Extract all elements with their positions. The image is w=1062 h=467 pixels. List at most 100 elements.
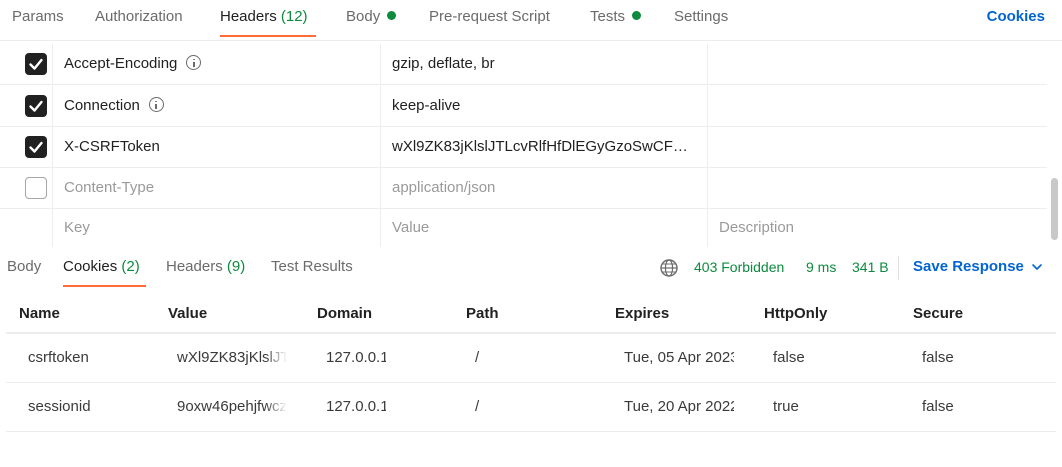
tab-params-label: Params bbox=[12, 8, 64, 25]
column-header-name: Name bbox=[19, 305, 60, 322]
response-tab-test-results-label: Test Results bbox=[271, 258, 353, 275]
response-tab-headers-label: Headers bbox=[166, 258, 223, 275]
response-tab-cookies-count: (2) bbox=[121, 258, 140, 275]
tab-params[interactable]: Params bbox=[12, 0, 64, 38]
header-key: X-CSRFToken bbox=[64, 138, 160, 155]
cookie-httponly: true bbox=[773, 398, 799, 415]
header-value: keep-alive bbox=[392, 97, 461, 114]
tab-prerequest-label: Pre-request Script bbox=[429, 8, 550, 25]
response-tab-body[interactable]: Body bbox=[7, 246, 41, 288]
header-row: Content-Type application/json bbox=[0, 168, 1047, 209]
header-enabled-checkbox[interactable] bbox=[25, 53, 47, 75]
header-key-input[interactable]: Key bbox=[53, 209, 381, 247]
cookie-domain: 127.0.0.1 bbox=[326, 398, 386, 415]
tab-tests-label: Tests bbox=[590, 8, 626, 25]
tab-body-label: Body bbox=[346, 8, 381, 25]
response-status[interactable]: 403 Forbidden bbox=[694, 246, 784, 288]
column-header-value: Value bbox=[168, 305, 208, 322]
header-description-cell[interactable] bbox=[708, 44, 1047, 84]
response-tabs: Body Cookies (2) Headers (9) Test Result… bbox=[0, 246, 1062, 290]
header-description-input[interactable]: Description bbox=[708, 209, 1047, 247]
tab-prerequest-script[interactable]: Pre-request Script bbox=[429, 0, 550, 38]
response-size[interactable]: 341 B bbox=[852, 246, 889, 288]
cookie-domain: 127.0.0.1 bbox=[326, 349, 386, 366]
header-key-cell[interactable]: Content-Type bbox=[53, 168, 381, 208]
cookies-link[interactable]: Cookies bbox=[987, 0, 1045, 34]
headers-scrollbar[interactable] bbox=[1051, 178, 1058, 240]
header-value: gzip, deflate, br bbox=[392, 55, 495, 72]
header-key: Connection bbox=[64, 97, 140, 114]
header-row-checkbox-cell bbox=[0, 168, 53, 208]
header-row-checkbox-cell bbox=[0, 44, 53, 84]
cookie-path: / bbox=[475, 398, 480, 415]
header-value-input[interactable]: Value bbox=[381, 209, 708, 247]
value-placeholder: Value bbox=[392, 219, 430, 236]
tab-headers-count: (12) bbox=[280, 8, 308, 25]
tab-headers-label: Headers bbox=[220, 8, 277, 25]
header-enabled-checkbox[interactable] bbox=[25, 136, 47, 158]
chevron-down-icon[interactable] bbox=[1031, 261, 1043, 273]
header-key-cell[interactable]: Connection bbox=[53, 86, 381, 126]
tab-body[interactable]: Body bbox=[346, 0, 397, 38]
tab-authorization-label: Authorization bbox=[95, 8, 183, 25]
response-time[interactable]: 9 ms bbox=[806, 246, 836, 288]
column-header-domain: Domain bbox=[317, 305, 373, 322]
tab-settings-label: Settings bbox=[674, 8, 729, 25]
column-header-expires: Expires bbox=[615, 305, 670, 322]
divider bbox=[898, 256, 899, 280]
header-key: Content-Type bbox=[64, 179, 155, 196]
table-row: csrftoken wXl9ZK83jKlslJTLcvRlfHfD 127.0… bbox=[6, 334, 1056, 383]
cookie-path: / bbox=[475, 349, 480, 366]
globe-icon[interactable] bbox=[659, 258, 679, 278]
active-response-tab-indicator bbox=[63, 285, 146, 287]
header-row-checkbox-cell bbox=[0, 86, 53, 126]
column-header-path: Path bbox=[466, 305, 499, 322]
cookie-name: csrftoken bbox=[28, 349, 89, 366]
header-row: X-CSRFToken wXl9ZK83jKlslJTLcvRlfHfDlEGy… bbox=[0, 127, 1047, 168]
cookie-value: 9oxw46pehjfwcz bbox=[177, 398, 287, 415]
body-indicator-dot bbox=[387, 11, 397, 20]
header-key-cell[interactable]: Accept-Encoding bbox=[53, 44, 381, 84]
cookie-name: sessionid bbox=[28, 398, 91, 415]
header-description-cell[interactable] bbox=[708, 127, 1047, 167]
cookie-secure: false bbox=[922, 398, 954, 415]
header-row: Connection keep-alive bbox=[0, 86, 1047, 127]
response-tab-cookies[interactable]: Cookies (2) bbox=[63, 246, 140, 288]
key-placeholder: Key bbox=[64, 219, 90, 236]
header-row-checkbox-cell bbox=[0, 127, 53, 167]
tab-authorization[interactable]: Authorization bbox=[95, 0, 183, 38]
response-tab-headers[interactable]: Headers (9) bbox=[166, 246, 245, 288]
cookie-httponly: false bbox=[773, 349, 805, 366]
header-enabled-checkbox[interactable] bbox=[25, 95, 47, 117]
active-tab-indicator bbox=[220, 35, 316, 37]
header-key: Accept-Encoding bbox=[64, 55, 178, 72]
cookie-value: wXl9ZK83jKlslJTLcvRlfHfD bbox=[177, 349, 287, 366]
header-value-cell[interactable]: gzip, deflate, br bbox=[381, 44, 708, 84]
tab-settings[interactable]: Settings bbox=[674, 0, 728, 38]
response-tab-headers-count: (9) bbox=[226, 258, 246, 275]
header-value-cell[interactable]: application/json bbox=[381, 168, 708, 208]
header-value-cell[interactable]: wXl9ZK83jKlslJTLcvRlfHfDlEGyGzoSwCF… bbox=[381, 127, 708, 167]
header-value: wXl9ZK83jKlslJTLcvRlfHfDlEGyGzoSwCF… bbox=[392, 138, 688, 155]
cookies-table-header: Name Value Domain Path Expires HttpOnly … bbox=[6, 290, 1056, 334]
column-header-httponly: HttpOnly bbox=[764, 305, 828, 322]
header-description-cell[interactable] bbox=[708, 168, 1047, 208]
tab-tests[interactable]: Tests bbox=[590, 0, 642, 38]
header-enabled-checkbox[interactable] bbox=[25, 177, 47, 199]
header-key-cell[interactable]: X-CSRFToken bbox=[53, 127, 381, 167]
tab-headers[interactable]: Headers (12) bbox=[220, 0, 308, 38]
response-tab-cookies-label: Cookies bbox=[63, 258, 118, 275]
header-value-cell[interactable]: keep-alive bbox=[381, 86, 708, 126]
description-placeholder: Description bbox=[719, 219, 795, 236]
header-row-checkbox-cell bbox=[0, 209, 53, 247]
header-description-cell[interactable] bbox=[708, 86, 1047, 126]
header-value: application/json bbox=[392, 179, 496, 196]
table-row: sessionid 9oxw46pehjfwcz 127.0.0.1 / Tue… bbox=[6, 383, 1056, 432]
info-icon[interactable] bbox=[148, 97, 164, 112]
save-response-button[interactable]: Save Response bbox=[913, 246, 1024, 288]
column-header-secure: Secure bbox=[913, 305, 964, 322]
response-tab-test-results[interactable]: Test Results bbox=[271, 246, 353, 288]
header-row: Accept-Encoding gzip, deflate, br bbox=[0, 44, 1047, 85]
cookie-expires: Tue, 20 Apr 2022 bbox=[624, 398, 734, 415]
info-icon[interactable] bbox=[186, 55, 202, 70]
